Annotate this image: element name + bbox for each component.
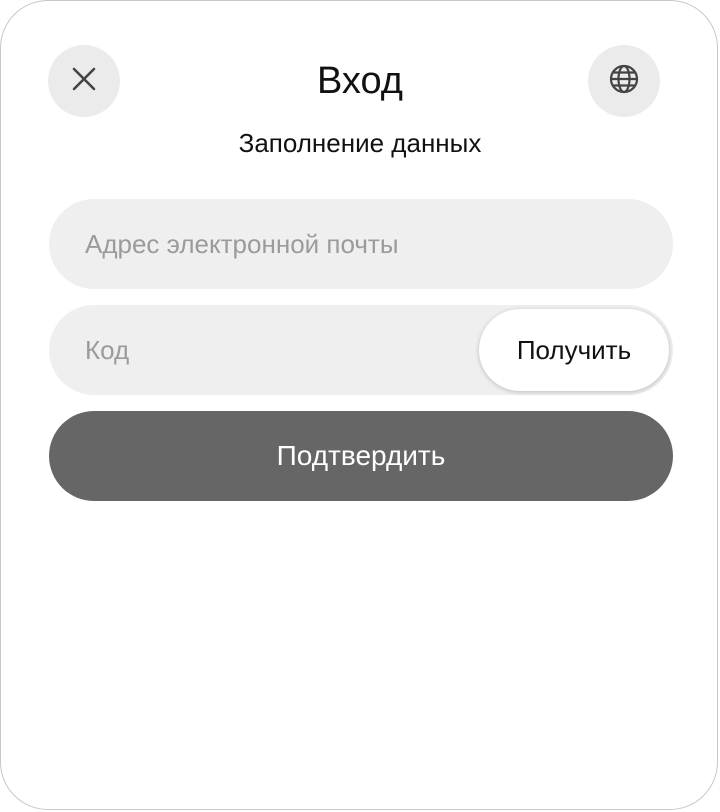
globe-icon	[608, 63, 640, 100]
dialog-subtitle: Заполнение данных	[238, 128, 482, 158]
code-input[interactable]	[85, 334, 505, 366]
confirm-button[interactable]: Подтвердить	[49, 411, 673, 501]
email-input[interactable]	[85, 228, 505, 260]
email-field-container	[49, 199, 673, 289]
code-field-container: Получить	[49, 305, 673, 395]
language-button[interactable]	[588, 45, 660, 117]
get-code-button[interactable]: Получить	[479, 309, 669, 391]
login-dialog: Вход Заполнение данных Получить Подтверд…	[0, 0, 718, 810]
